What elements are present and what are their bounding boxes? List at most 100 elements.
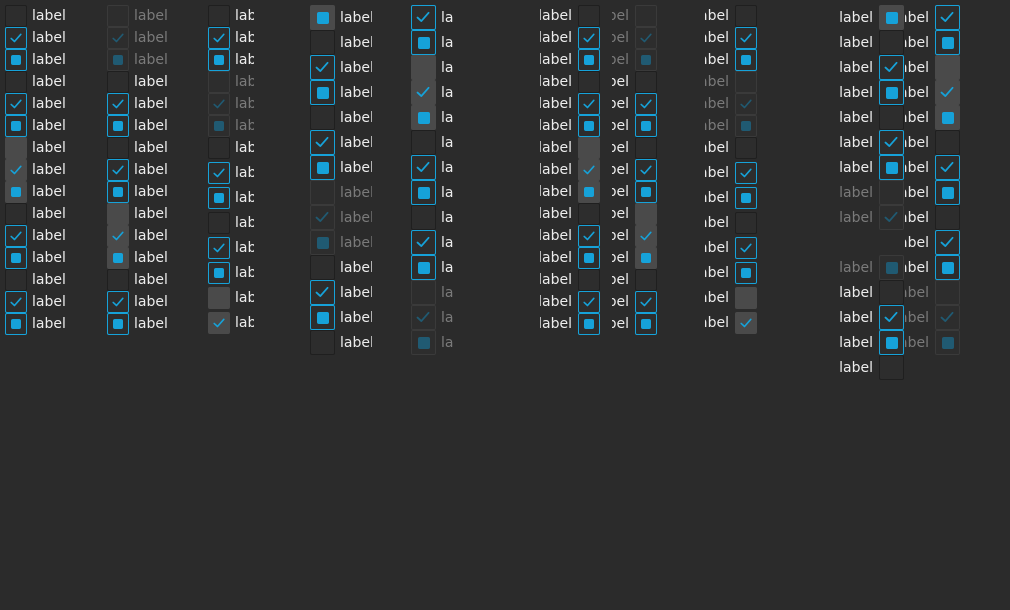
checkbox-unchecked[interactable] <box>879 355 904 380</box>
checkbox-row[interactable]: label <box>612 115 657 137</box>
checkbox-row[interactable]: label <box>905 155 960 180</box>
checkbox-unchecked[interactable] <box>935 205 960 230</box>
checkbox-row[interactable]: label <box>107 291 167 313</box>
checkbox-row[interactable]: label <box>905 80 960 105</box>
checkbox-checked[interactable] <box>879 55 904 80</box>
checkbox-unchecked[interactable] <box>578 5 600 27</box>
checkbox-row[interactable]: label <box>705 49 757 71</box>
checkbox-unchecked[interactable] <box>310 105 335 130</box>
checkbox-unchecked[interactable] <box>5 5 27 27</box>
checkbox-indeterminate[interactable] <box>935 30 960 55</box>
checkbox-row[interactable]: label <box>208 262 254 284</box>
checkbox-unchecked[interactable] <box>411 205 436 230</box>
checkbox-row[interactable]: label <box>816 280 904 305</box>
checkbox-row[interactable]: label <box>705 212 757 234</box>
checkbox-row[interactable]: label <box>107 225 167 247</box>
checkbox-indeterminate[interactable] <box>935 180 960 205</box>
checkbox-row[interactable]: label <box>540 269 600 291</box>
checkbox-checked[interactable] <box>310 280 335 305</box>
checkbox-checked[interactable] <box>208 162 230 184</box>
checkbox-checked[interactable] <box>107 159 129 181</box>
checkbox-unchecked[interactable] <box>635 269 657 291</box>
checkbox-row[interactable]: label <box>612 225 657 247</box>
checkbox-row[interactable]: label <box>612 93 657 115</box>
checkbox-row[interactable]: label <box>612 269 657 291</box>
checkbox-row[interactable]: label <box>905 105 960 130</box>
checkbox-row[interactable]: label <box>540 71 600 93</box>
checkbox-row[interactable]: label <box>612 159 657 181</box>
checkbox-indeterminate[interactable] <box>578 115 600 137</box>
checkbox-unchecked[interactable] <box>5 71 27 93</box>
checkbox-unchecked[interactable] <box>411 55 436 80</box>
checkbox-checked[interactable] <box>411 155 436 180</box>
checkbox-row[interactable]: label <box>540 115 600 137</box>
checkbox-row[interactable]: label <box>816 155 904 180</box>
checkbox-unchecked[interactable] <box>635 203 657 225</box>
checkbox-row[interactable]: label <box>310 105 372 130</box>
checkbox-row[interactable]: label <box>208 212 254 234</box>
checkbox-unchecked[interactable] <box>208 5 230 27</box>
checkbox-row[interactable]: label <box>5 269 67 291</box>
checkbox-row[interactable]: label <box>411 80 453 105</box>
checkbox-row[interactable]: label <box>5 225 67 247</box>
checkbox-checked[interactable] <box>735 237 757 259</box>
checkbox-checked[interactable] <box>107 93 129 115</box>
checkbox-row[interactable]: label <box>612 313 657 335</box>
checkbox-checked[interactable] <box>635 93 657 115</box>
checkbox-checked[interactable] <box>411 230 436 255</box>
checkbox-row[interactable]: label <box>208 187 254 209</box>
checkbox-indeterminate[interactable] <box>411 105 436 130</box>
checkbox-checked[interactable] <box>735 27 757 49</box>
checkbox-row[interactable]: label <box>816 305 904 330</box>
checkbox-row[interactable]: label <box>107 93 167 115</box>
checkbox-row[interactable]: label <box>612 137 657 159</box>
checkbox-indeterminate[interactable] <box>879 80 904 105</box>
checkbox-unchecked[interactable] <box>735 212 757 234</box>
checkbox-row[interactable]: label <box>705 27 757 49</box>
checkbox-row[interactable]: label <box>411 180 453 205</box>
checkbox-row[interactable]: label <box>5 159 67 181</box>
checkbox-indeterminate[interactable] <box>635 313 657 335</box>
checkbox-row[interactable]: label <box>107 203 167 225</box>
checkbox-unchecked[interactable] <box>879 30 904 55</box>
checkbox-checked[interactable] <box>935 230 960 255</box>
checkbox-checked[interactable] <box>5 159 27 181</box>
checkbox-checked[interactable] <box>208 312 230 334</box>
checkbox-row[interactable]: label <box>540 159 600 181</box>
checkbox-unchecked[interactable] <box>735 5 757 27</box>
checkbox-row[interactable]: label <box>5 115 67 137</box>
checkbox-indeterminate[interactable] <box>5 115 27 137</box>
checkbox-checked[interactable] <box>107 291 129 313</box>
checkbox-row[interactable]: label <box>208 287 254 309</box>
checkbox-row[interactable]: label <box>705 162 757 184</box>
checkbox-indeterminate[interactable] <box>578 49 600 71</box>
checkbox-checked[interactable] <box>935 80 960 105</box>
checkbox-unchecked[interactable] <box>735 287 757 309</box>
checkbox-indeterminate[interactable] <box>310 80 335 105</box>
checkbox-indeterminate[interactable] <box>879 330 904 355</box>
checkbox-checked[interactable] <box>411 5 436 30</box>
checkbox-checked[interactable] <box>635 225 657 247</box>
checkbox-row[interactable]: label <box>612 181 657 203</box>
checkbox-indeterminate[interactable] <box>208 49 230 71</box>
checkbox-indeterminate[interactable] <box>635 247 657 269</box>
checkbox-row[interactable]: label <box>310 280 372 305</box>
checkbox-unchecked[interactable] <box>879 280 904 305</box>
checkbox-row[interactable]: label <box>612 291 657 313</box>
checkbox-indeterminate[interactable] <box>208 262 230 284</box>
checkbox-row[interactable]: label <box>540 203 600 225</box>
checkbox-indeterminate[interactable] <box>107 181 129 203</box>
checkbox-indeterminate[interactable] <box>411 180 436 205</box>
checkbox-unchecked[interactable] <box>735 137 757 159</box>
checkbox-row[interactable]: label <box>816 55 904 80</box>
checkbox-checked[interactable] <box>5 225 27 247</box>
checkbox-row[interactable]: label <box>905 205 960 230</box>
checkbox-unchecked[interactable] <box>107 71 129 93</box>
checkbox-row[interactable]: label <box>310 330 372 355</box>
checkbox-row[interactable]: label <box>705 262 757 284</box>
checkbox-row[interactable]: label <box>5 93 67 115</box>
checkbox-row[interactable]: label <box>905 130 960 155</box>
checkbox-indeterminate[interactable] <box>310 155 335 180</box>
checkbox-row[interactable]: label <box>5 71 67 93</box>
checkbox-checked[interactable] <box>208 27 230 49</box>
